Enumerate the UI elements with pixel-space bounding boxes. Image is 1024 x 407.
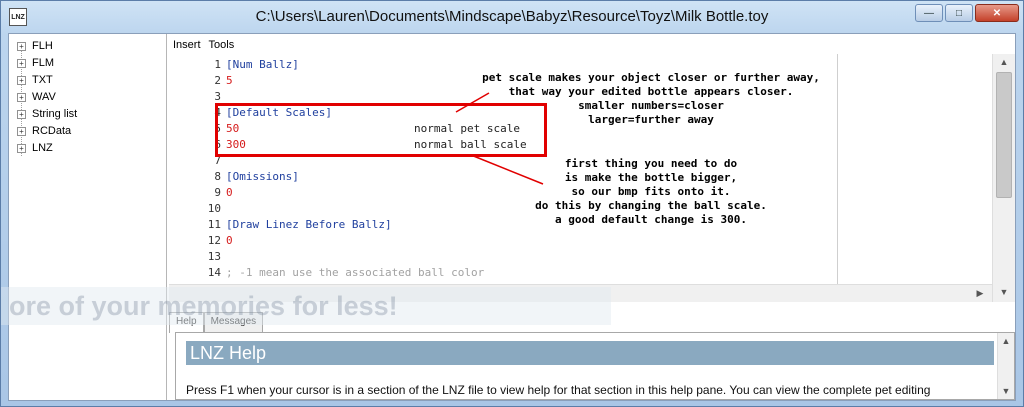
expand-icon[interactable]: + — [17, 109, 26, 119]
code-line[interactable]: 6 300 normal ball scale — [169, 138, 989, 154]
code-text: [Draw Linez Before Ballz] — [226, 218, 392, 231]
expand-icon[interactable]: + — [17, 58, 26, 68]
line-number: 6 — [214, 138, 221, 151]
maximize-button[interactable]: □ — [945, 4, 973, 22]
line-number-gutter: 13 — [169, 250, 221, 266]
help-heading: LNZ Help — [186, 341, 994, 365]
scroll-down-arrow-icon[interactable]: ▼ — [993, 284, 1015, 300]
tree-item-label: WAV — [32, 91, 56, 103]
line-number: 5 — [214, 122, 221, 135]
menu-insert[interactable]: Insert — [173, 39, 201, 51]
line-number: 12 — [207, 234, 221, 247]
annotation-line: a good default change is 300. — [554, 213, 748, 226]
code-text: 5 — [226, 74, 233, 87]
annotation-line: pet scale makes your object closer or fu… — [482, 71, 820, 84]
line-number-gutter: 12 — [169, 234, 221, 250]
line-number-gutter: 1 — [169, 58, 221, 74]
minimize-button[interactable]: — — [915, 4, 943, 22]
watermark-text: ore of your memories for less! — [1, 287, 611, 325]
help-body-text: Press F1 when your cursor is in a sectio… — [186, 383, 931, 397]
expand-icon[interactable]: + — [17, 92, 26, 102]
tree-item-label: TXT — [32, 74, 53, 86]
scroll-thumb[interactable] — [996, 72, 1012, 198]
tree-item-wav[interactable]: + WAV — [17, 89, 56, 105]
line-number: 4 — [214, 106, 221, 119]
code-text: ; -1 mean use the associated ball color — [226, 266, 485, 279]
code-text: [Omissions] — [226, 170, 299, 183]
tree-item-label: LNZ — [32, 142, 53, 154]
tree-item-label: FLM — [32, 57, 54, 69]
expand-icon[interactable]: + — [17, 75, 26, 85]
code-text: 0 — [226, 234, 233, 247]
line-number-gutter: 5 — [169, 122, 221, 138]
line-number: 13 — [207, 250, 221, 263]
window-controls: — □ ✕ — [915, 4, 1019, 22]
line-number-gutter: 3 — [169, 90, 221, 106]
tree-item-flm[interactable]: + FLM — [17, 55, 54, 71]
help-pane: LNZ Help Press F1 when your cursor is in… — [175, 332, 1015, 400]
code-line[interactable]: 14 ; -1 mean use the associated ball colo… — [169, 266, 989, 282]
line-number-gutter: 6 — [169, 138, 221, 154]
scroll-right-arrow-icon[interactable]: ▶ — [969, 285, 991, 301]
line-number: 1 — [214, 58, 221, 71]
tree-item-string-list[interactable]: + String list — [17, 106, 77, 122]
annotation-line: smaller numbers=closer — [578, 99, 724, 112]
inline-comment: normal ball scale — [414, 138, 527, 151]
tree-item-flh[interactable]: + FLH — [17, 38, 53, 54]
code-text: 300 — [226, 138, 246, 151]
line-number: 8 — [214, 170, 221, 183]
annotation-line: larger=further away — [588, 113, 714, 126]
title-bar[interactable]: LNZ C:\Users\Lauren\Documents\Mindscape\… — [1, 1, 1023, 33]
tree-item-txt[interactable]: + TXT — [17, 72, 53, 88]
line-number-gutter: 11 — [169, 218, 221, 234]
code-text: [Default Scales] — [226, 106, 332, 119]
app-window: LNZ C:\Users\Lauren\Documents\Mindscape\… — [0, 0, 1024, 407]
line-number: 10 — [207, 202, 221, 215]
window-title: C:\Users\Lauren\Documents\Mindscape\Baby… — [255, 8, 769, 25]
tree-item-label: String list — [32, 108, 78, 120]
line-number: 9 — [214, 186, 221, 199]
annotation-line: is make the bottle bigger, — [564, 171, 738, 184]
menu-bar: Insert Tools — [169, 36, 234, 54]
tree-item-lnz[interactable]: + LNZ — [17, 140, 53, 156]
expand-icon[interactable]: + — [17, 143, 26, 153]
line-number: 11 — [207, 218, 221, 231]
code-line[interactable]: 12 0 — [169, 234, 989, 250]
expand-icon[interactable]: + — [17, 126, 26, 136]
line-number: 7 — [214, 154, 221, 167]
code-text: 50 — [226, 122, 240, 135]
tree-item-rcdata[interactable]: + RCData — [17, 123, 71, 139]
annotation-line: first thing you need to do — [564, 157, 738, 170]
annotation-ball-scale: first thing you need to do is make the b… — [501, 157, 801, 227]
menu-tools[interactable]: Tools — [209, 39, 235, 51]
line-number-gutter: 14 — [169, 266, 221, 282]
line-number: 3 — [214, 90, 221, 103]
tree-item-label: FLH — [32, 40, 53, 52]
expand-icon[interactable]: + — [17, 41, 26, 51]
code-text: 0 — [226, 186, 233, 199]
annotation-line: do this by changing the ball scale. — [535, 199, 767, 212]
close-button[interactable]: ✕ — [975, 4, 1019, 22]
annotation-line: so our bmp fits onto it. — [571, 185, 731, 198]
code-line[interactable]: 13 — [169, 250, 989, 266]
help-vertical-scrollbar[interactable]: ▲ ▼ — [997, 333, 1014, 399]
line-number-gutter: 8 — [169, 170, 221, 186]
line-number-gutter: 9 — [169, 186, 221, 202]
help-scroll-down-arrow-icon[interactable]: ▼ — [998, 383, 1014, 399]
help-scroll-up-arrow-icon[interactable]: ▲ — [998, 333, 1014, 349]
annotation-pet-scale: pet scale makes your object closer or fu… — [441, 71, 861, 127]
line-number: 2 — [214, 74, 221, 87]
line-number-gutter: 4 — [169, 106, 221, 122]
line-number-gutter: 7 — [169, 154, 221, 170]
code-text: [Num Ballz] — [226, 58, 299, 71]
tree-item-label: RCData — [32, 125, 72, 137]
annotation-line: that way your edited bottle appears clos… — [508, 85, 794, 98]
line-number-gutter: 2 — [169, 74, 221, 90]
line-number: 14 — [207, 266, 221, 279]
editor-vertical-scrollbar[interactable]: ▲ ▼ — [992, 54, 1015, 302]
scroll-up-arrow-icon[interactable]: ▲ — [993, 54, 1015, 70]
line-number-gutter: 10 — [169, 202, 221, 218]
resource-tree: + FLH + FLM + TXT + WAV + String list + … — [9, 34, 167, 400]
